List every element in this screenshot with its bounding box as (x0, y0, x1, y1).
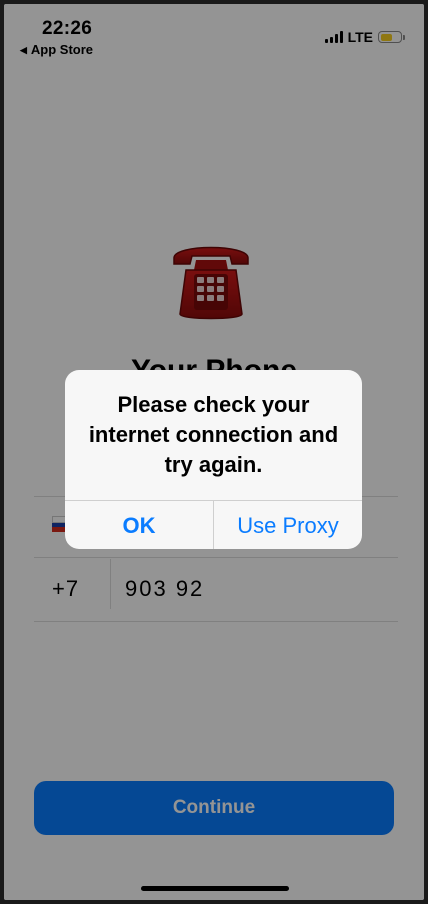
ok-button[interactable]: OK (65, 501, 214, 549)
alert-message: Please check your internet connection an… (88, 392, 339, 477)
alert-buttons: OK Use Proxy (65, 500, 362, 549)
alert-dialog: Please check your internet connection an… (65, 370, 362, 549)
use-proxy-button[interactable]: Use Proxy (214, 501, 362, 549)
screen: 22:26 ◀App Store LTE Your Phone (4, 4, 424, 900)
home-indicator[interactable] (141, 886, 289, 891)
